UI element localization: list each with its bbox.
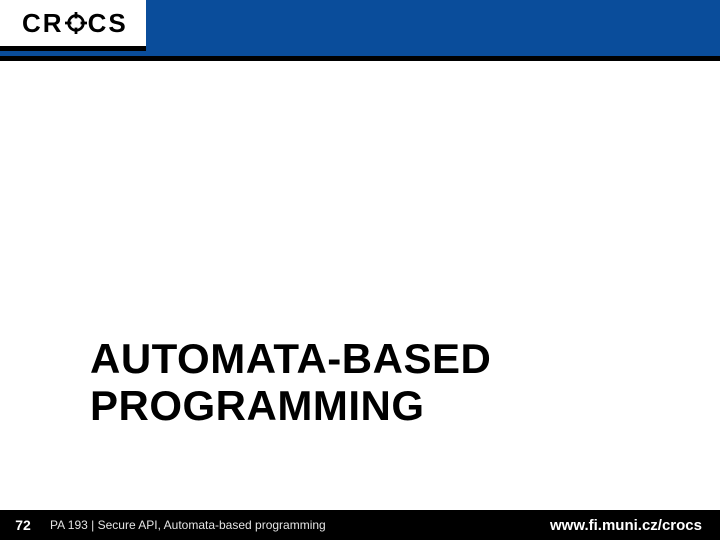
title-line-1: AUTOMATA-BASED	[90, 335, 491, 382]
footer: 72 PA 193 | Secure API, Automata-based p…	[0, 510, 720, 540]
footer-url: www.fi.muni.cz/crocs	[550, 517, 702, 534]
logo-text-right: CS	[88, 8, 128, 39]
slide: CR CS AUTOMATA-BASED PROGRAMMING 72 PA 1…	[0, 0, 720, 540]
header-underline	[0, 56, 720, 61]
logo-text-left: CR	[22, 8, 64, 39]
logo: CR CS	[22, 8, 128, 39]
logo-block: CR CS	[0, 0, 146, 51]
title-line-2: PROGRAMMING	[90, 382, 491, 429]
footer-course-text: PA 193 | Secure API, Automata-based prog…	[50, 518, 326, 532]
crosshair-icon	[65, 12, 87, 34]
page-number: 72	[0, 517, 46, 533]
slide-title: AUTOMATA-BASED PROGRAMMING	[90, 335, 491, 429]
